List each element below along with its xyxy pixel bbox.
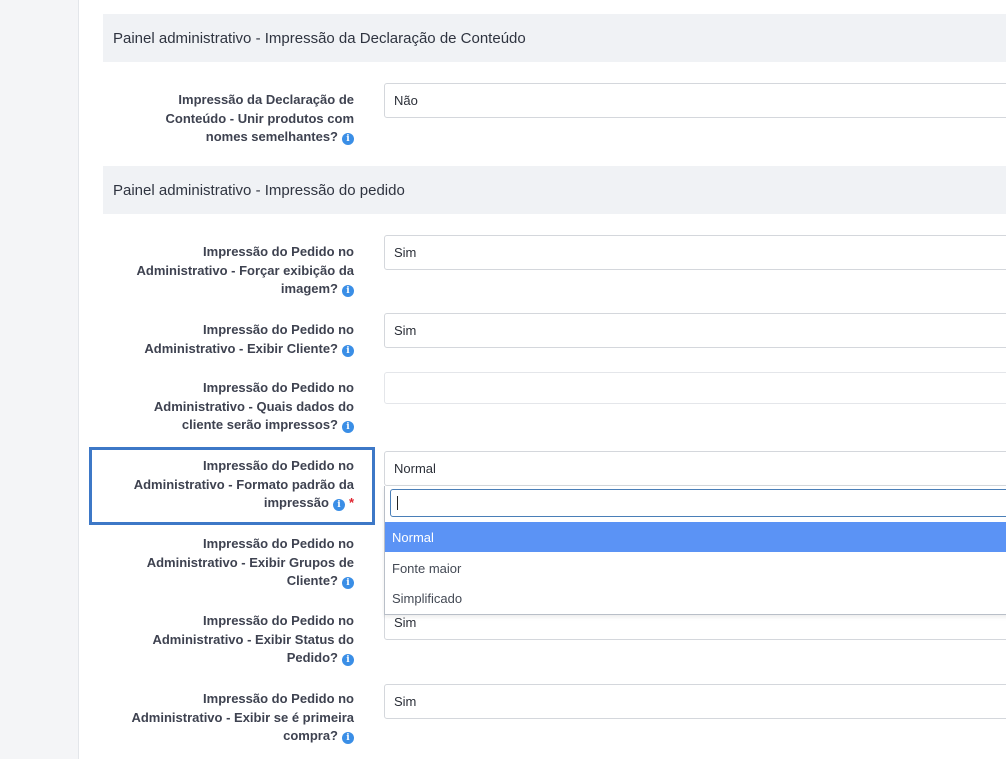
select-unir-produtos[interactable]: Não	[384, 83, 1006, 118]
dropdown-menu: Normal Fonte maior Simplificado	[384, 486, 1006, 615]
field-label-grupos-cliente: Impressão do Pedido no Administrativo - …	[103, 535, 354, 591]
info-icon[interactable]: i	[342, 421, 354, 433]
section-header-pedido: Painel administrativo - Impressão do ped…	[103, 166, 1006, 214]
label-line: imagem?	[280, 281, 338, 296]
label-line: cliente serão impressos?	[181, 417, 338, 432]
label-line: compra?	[283, 728, 338, 743]
field-label-unir-produtos: Impressão da Declaração de Conteúdo - Un…	[103, 91, 354, 147]
info-icon[interactable]: i	[342, 285, 354, 297]
select-primeira-compra[interactable]: Sim	[384, 684, 1006, 719]
select-formato-impressao[interactable]: Normal	[384, 451, 1006, 486]
section-header-declaracao: Painel administrativo - Impressão da Dec…	[103, 14, 1006, 62]
dropdown-option-simplificado[interactable]: Simplificado	[385, 583, 1006, 613]
select-value: Sim	[394, 615, 417, 630]
label-line: Conteúdo - Unir produtos com	[165, 110, 354, 126]
section-title: Painel administrativo - Impressão do ped…	[113, 181, 405, 199]
select-value: Não	[394, 93, 418, 108]
field-label-exibir-cliente: Impressão do Pedido no Administrativo - …	[103, 321, 354, 358]
label-line: Administrativo - Exibir Grupos de	[146, 554, 354, 570]
label-line: nomes semelhantes?	[205, 129, 338, 144]
info-icon[interactable]: i	[342, 732, 354, 744]
field-label-status-pedido: Impressão do Pedido no Administrativo - …	[103, 612, 354, 668]
select-value: Sim	[394, 694, 417, 709]
label-line: Pedido?	[286, 650, 338, 665]
option-label: Normal	[392, 529, 434, 545]
multiselect-dados-cliente[interactable]	[384, 372, 1006, 404]
option-label: Simplificado	[392, 590, 463, 606]
label-line: Impressão do Pedido no	[203, 613, 354, 628]
text-caret	[397, 496, 398, 510]
info-icon[interactable]: i	[342, 654, 354, 666]
highlight-outline	[89, 447, 375, 525]
label-line: Impressão do Pedido no	[203, 380, 354, 395]
label-line: Impressão do Pedido no	[203, 244, 354, 259]
option-label: Fonte maior	[392, 560, 462, 576]
select-value: Sim	[394, 323, 417, 338]
dropdown-option-fonte-maior[interactable]: Fonte maior	[385, 553, 1006, 583]
dropdown-option-normal[interactable]: Normal	[385, 522, 1006, 552]
select-exibir-cliente[interactable]: Sim	[384, 313, 1006, 348]
dropdown-search-input[interactable]	[390, 489, 1006, 517]
select-value: Sim	[394, 245, 417, 260]
sidebar	[0, 0, 79, 759]
label-line: Impressão da Declaração de	[178, 92, 354, 107]
label-line: Administrativo - Exibir se é primeira	[131, 709, 354, 725]
info-icon[interactable]: i	[342, 577, 354, 589]
field-label-dados-cliente: Impressão do Pedido no Administrativo - …	[103, 379, 354, 435]
label-line: Administrativo - Exibir Cliente?	[144, 340, 338, 356]
label-line: Administrativo - Quais dados do	[153, 398, 354, 414]
label-line: Impressão do Pedido no	[203, 322, 354, 337]
field-label-primeira-compra: Impressão do Pedido no Administrativo - …	[103, 690, 354, 746]
field-label-forcar-imagem: Impressão do Pedido no Administrativo - …	[103, 243, 354, 299]
label-line: Impressão do Pedido no	[203, 536, 354, 551]
info-icon[interactable]: i	[342, 344, 354, 357]
info-icon[interactable]: i	[342, 133, 354, 145]
label-line: Administrativo - Exibir Status do	[152, 631, 354, 647]
label-line: Impressão do Pedido no	[203, 691, 354, 706]
label-line: Administrativo - Forçar exibição da	[136, 262, 354, 278]
select-value: Normal	[394, 461, 436, 476]
label-line: Cliente?	[286, 573, 338, 588]
section-title: Painel administrativo - Impressão da Dec…	[113, 29, 526, 47]
select-forcar-imagem[interactable]: Sim	[384, 235, 1006, 270]
